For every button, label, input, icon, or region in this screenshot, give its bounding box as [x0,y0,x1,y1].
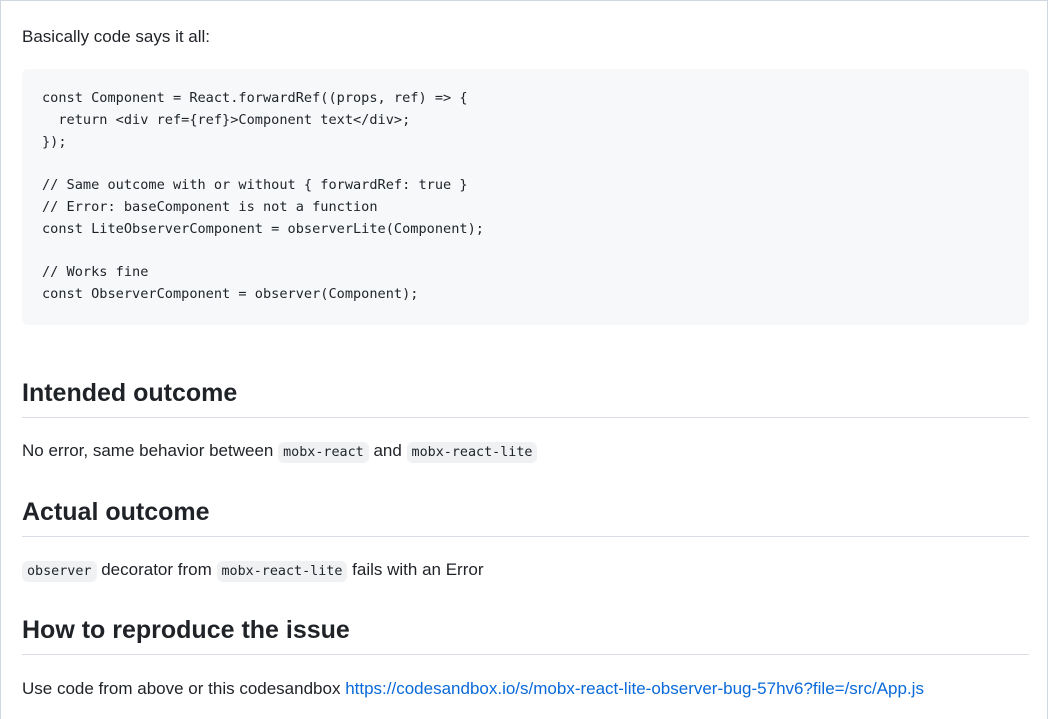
text-segment: Use code from above or this codesandbox [22,679,346,698]
code-block[interactable]: const Component = React.forwardRef((prop… [22,69,1029,325]
code-line: const LiteObserverComponent = observerLi… [42,220,484,237]
text-segment: No error, same behavior between [22,441,279,460]
intended-outcome-text: No error, same behavior between mobx-rea… [22,439,538,465]
codesandbox-link[interactable]: https://codesandbox.io/s/mobx-react-lite… [345,679,924,698]
actual-outcome-text: observer decorator from mobx-react-lite … [22,558,483,584]
text-segment: decorator from [96,560,217,579]
inline-code-mobx-react-lite: mobx-react-lite [406,442,538,463]
heading-actual-outcome: Actual outcome [22,496,1029,537]
code-line: }); [42,133,67,150]
code-line: // Same outcome with or without { forwar… [42,177,468,193]
inline-code-mobx-react: mobx-react [278,442,369,463]
code-line: return <div ref={ref}>Component text</di… [42,111,411,128]
code-line: const ObserverComponent = observer(Compo… [42,285,419,302]
issue-comment-frame: Basically code says it all: const Compon… [0,0,1048,719]
text-segment: and [368,441,407,460]
text-segment: fails with an Error [347,560,484,579]
heading-how-to-reproduce: How to reproduce the issue [22,614,1029,655]
inline-code-mobx-react-lite: mobx-react-lite [216,561,348,582]
code-line: // Error: baseComponent is not a functio… [42,198,378,215]
code-line: // Works fine [42,264,149,280]
heading-intended-outcome: Intended outcome [22,377,1029,418]
intro-text: Basically code says it all: [22,27,211,46]
reproduce-text: Use code from above or this codesandbox … [22,677,924,701]
code-line: const Component = React.forwardRef((prop… [42,90,468,106]
inline-code-observer: observer [22,561,97,582]
